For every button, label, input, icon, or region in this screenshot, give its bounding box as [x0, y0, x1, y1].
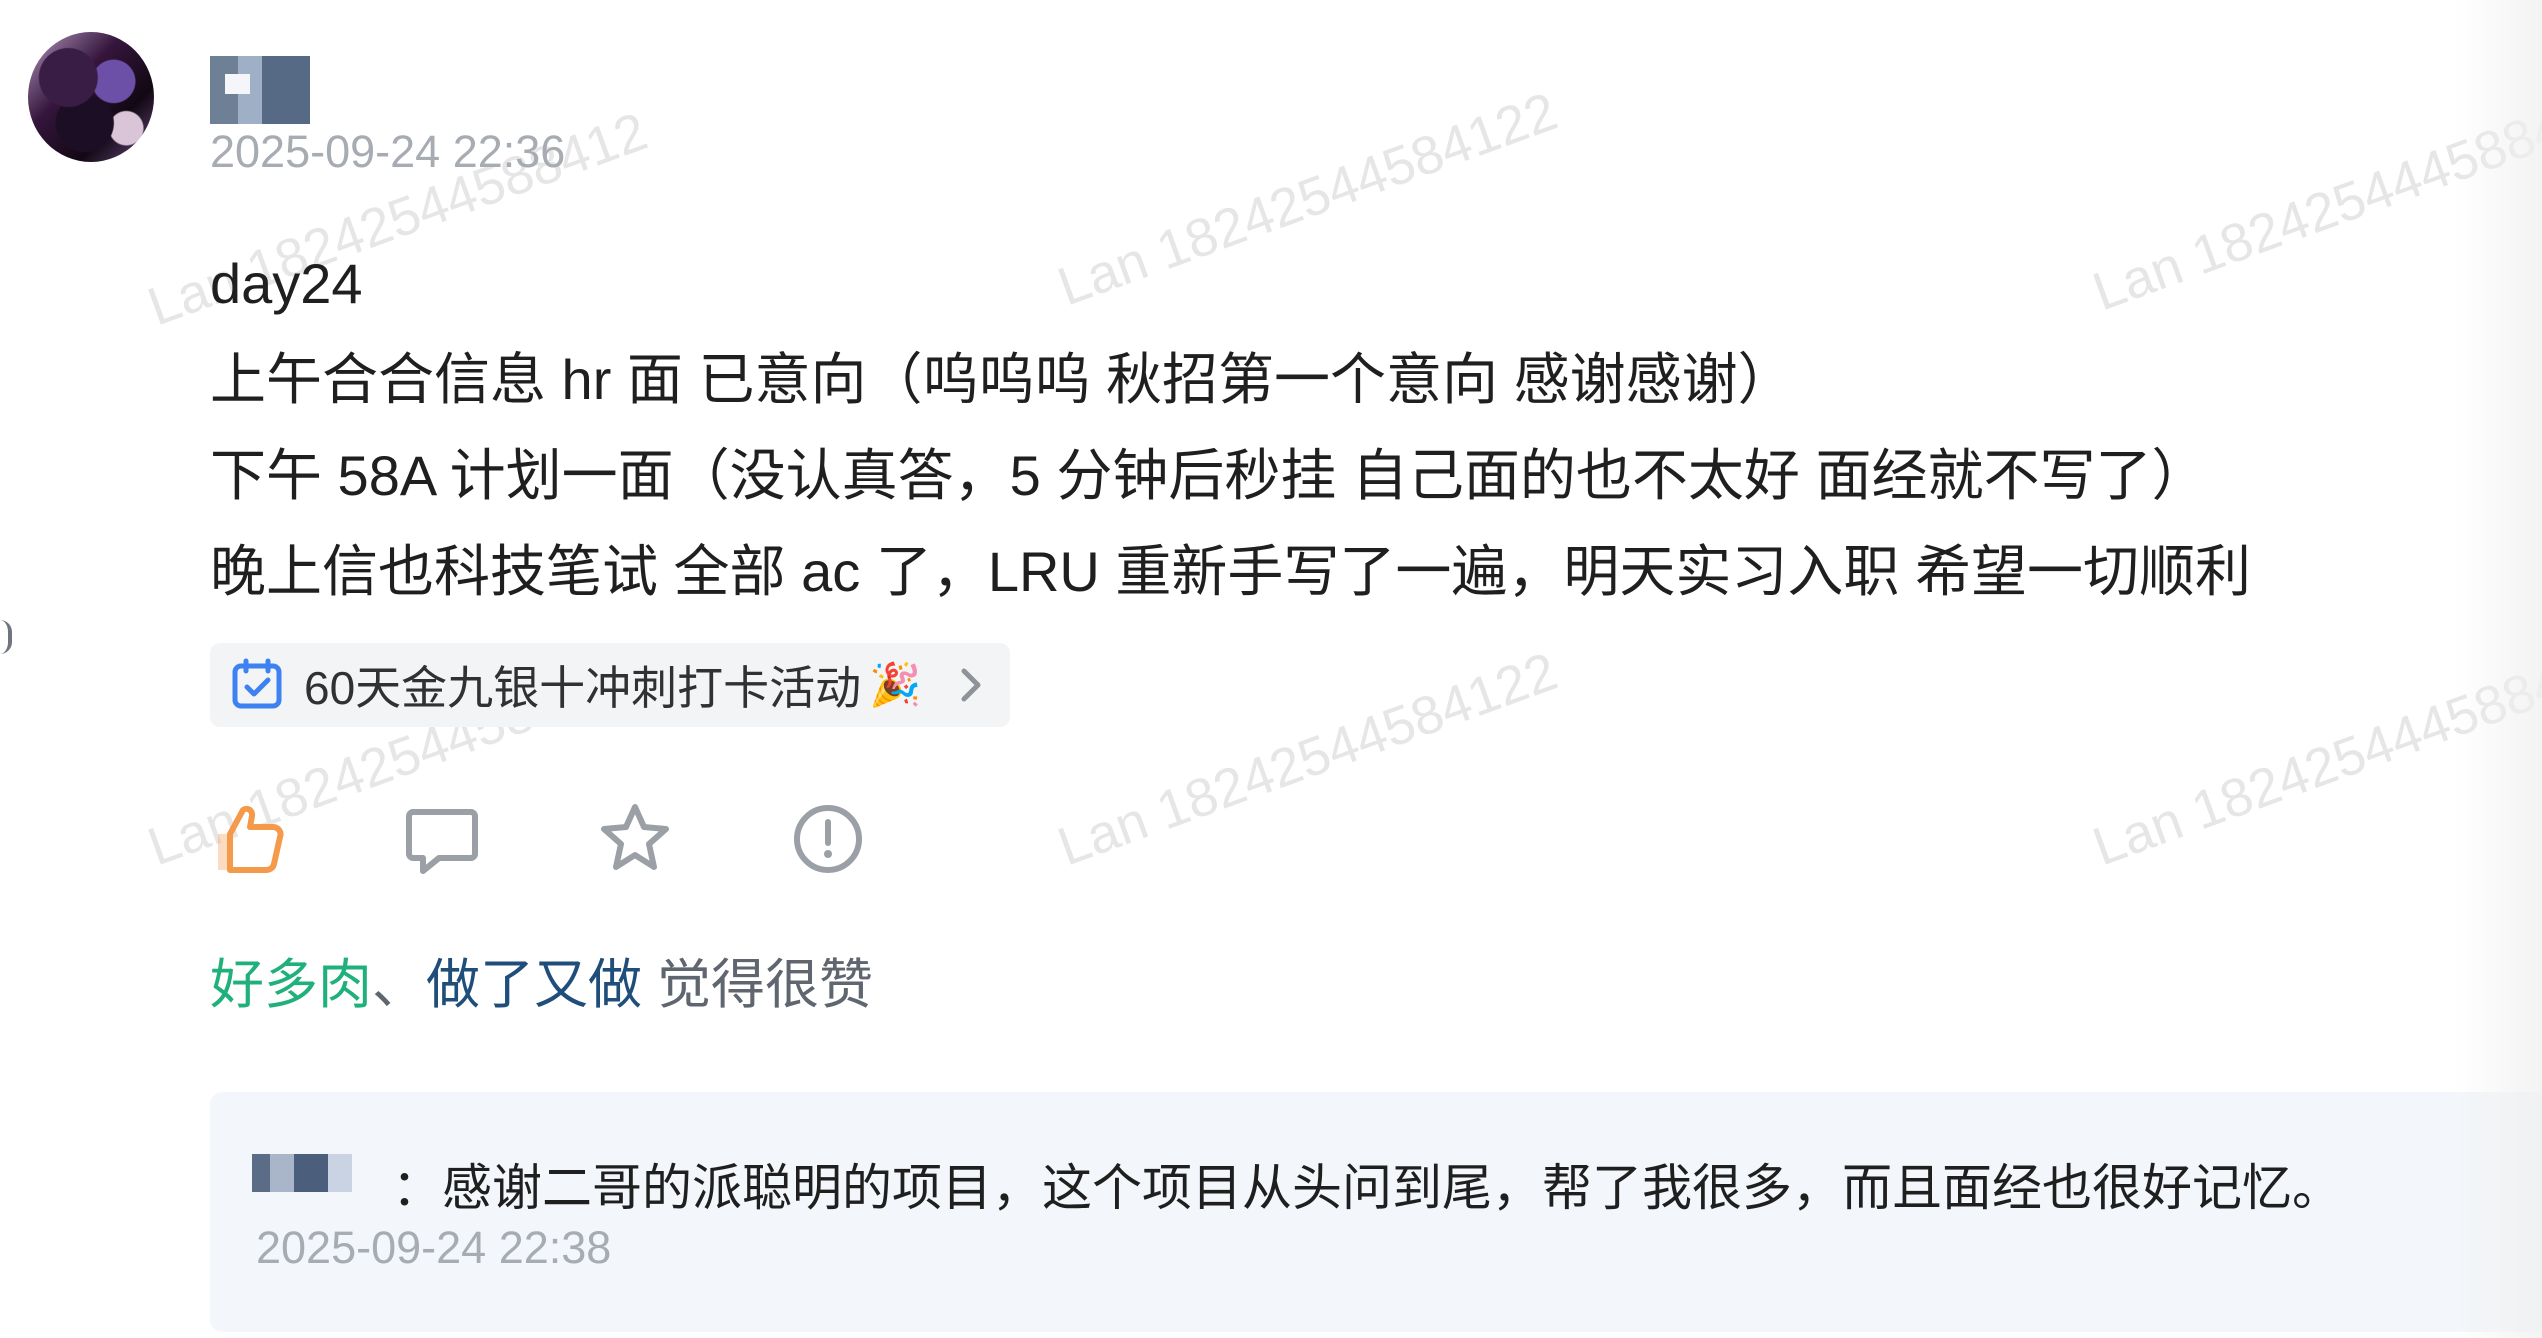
action-bar [210, 800, 867, 878]
liked-by-line: 好多肉、做了又做 觉得很赞 [210, 940, 873, 1019]
topic-emoji: 🎉 [869, 660, 922, 708]
comment-box: ：感谢二哥的派聪明的项目，这个项目从头问到尾，帮了我很多，而且面经也很好记忆。 … [210, 1092, 2542, 1332]
post-time: 2025-09-24 22:36 [210, 126, 566, 177]
avatar[interactable] [28, 32, 154, 162]
star-icon[interactable] [596, 800, 674, 878]
content-line: 下午 58A 计划一面（没认真答，5 分钟后秒挂 自己面的也不太好 面经就不写了… [210, 444, 2208, 507]
content-line: 晚上信也科技笔试 全部 ac 了，LRU 重新手写了一遍，明天实习入职 希望一切… [210, 540, 2251, 603]
chevron-right-icon [961, 668, 981, 702]
post-content: day24 上午合合信息 hr 面 已意向（呜呜呜 秋招第一个意向 感谢感谢） … [210, 236, 2360, 620]
topic-chip[interactable]: 60天金九银十冲刺打卡活动 🎉 [210, 643, 1010, 727]
thumbs-up-icon[interactable] [210, 800, 288, 878]
comment-time: 2025-09-24 22:38 [256, 1222, 612, 1273]
right-edge-shadow [2454, 0, 2542, 1338]
comment-separator: ： [392, 1160, 442, 1216]
content-line: 上午合合信息 hr 面 已意向（呜呜呜 秋招第一个意向 感谢感谢） [210, 348, 1794, 411]
liker-green-name[interactable]: 好多肉 [210, 955, 372, 1015]
comment-body: 感谢二哥的派聪明的项目，这个项目从头问到尾，帮了我很多，而且面经也很好记忆。 [442, 1160, 2342, 1216]
comment-author-obscured[interactable] [252, 1154, 352, 1192]
topic-label: 60天金九银十冲刺打卡活动 [304, 662, 862, 714]
watermark: Lan 18242544584122 [1050, 641, 1565, 878]
author-name-obscured[interactable] [210, 56, 310, 124]
report-icon[interactable] [789, 800, 867, 878]
content-line: day24 [210, 252, 363, 315]
calendar-check-icon [232, 658, 282, 709]
comment-text: ：感谢二哥的派聪明的项目，这个项目从头问到尾，帮了我很多，而且面经也很好记忆。 [392, 1148, 2342, 1220]
liker-blue-name[interactable]: 做了又做 [426, 955, 642, 1015]
edge-mark [0, 620, 12, 654]
comment-icon[interactable] [403, 800, 481, 878]
liker-separator: 、 [372, 955, 426, 1015]
liker-suffix: 觉得很赞 [642, 955, 874, 1015]
